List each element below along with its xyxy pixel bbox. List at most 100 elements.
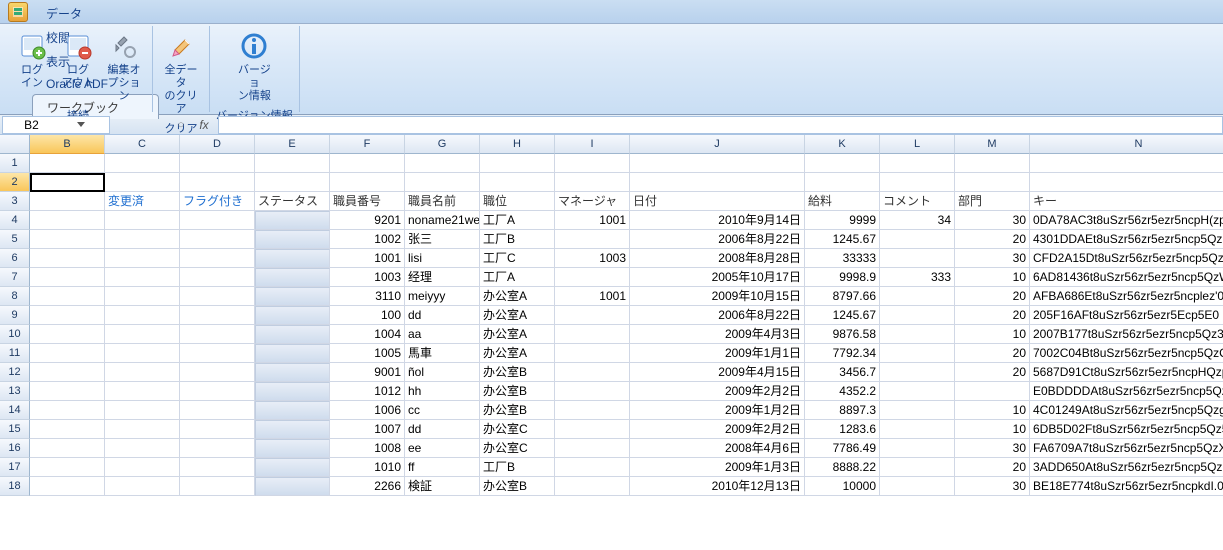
cell[interactable]: 1001 [555,211,630,230]
cell[interactable]: 1003 [330,268,405,287]
cell[interactable] [880,382,955,401]
cell[interactable] [255,249,330,268]
cell[interactable] [105,230,180,249]
cell[interactable] [255,420,330,439]
cell[interactable]: 工厂B [480,458,555,477]
cell[interactable]: meiyyy [405,287,480,306]
cell[interactable] [555,363,630,382]
cell[interactable]: 2005年10月17日 [630,268,805,287]
cell[interactable] [480,154,555,173]
cell[interactable]: ñol [405,363,480,382]
cell[interactable]: 2006年8月22日 [630,306,805,325]
cell[interactable] [30,249,105,268]
cell[interactable]: 変更済 [105,192,180,211]
cell[interactable] [105,325,180,344]
cell[interactable] [30,477,105,496]
cell[interactable] [180,401,255,420]
cell[interactable]: hh [405,382,480,401]
cell[interactable]: 検証 [405,477,480,496]
cell[interactable]: 办公室B [480,401,555,420]
cell[interactable] [105,439,180,458]
cell[interactable]: 工厂A [480,268,555,287]
cell[interactable]: ee [405,439,480,458]
row-header[interactable]: 2 [0,173,30,192]
cell[interactable] [105,420,180,439]
cell[interactable]: 10 [955,325,1030,344]
cell[interactable]: 2007B177t8uSzr56zr5ezr5ncp5Qz30 [1030,325,1223,344]
cell[interactable]: 办公室A [480,306,555,325]
cell[interactable] [555,325,630,344]
cell[interactable] [30,325,105,344]
cell[interactable]: 4301DDAEt8uSzr56zr5ezr5ncp5Qz.0 [1030,230,1223,249]
cell[interactable] [30,192,105,211]
cell[interactable] [30,363,105,382]
cell[interactable]: 日付 [630,192,805,211]
cell[interactable] [180,344,255,363]
row-header[interactable]: 1 [0,154,30,173]
row-header[interactable]: 16 [0,439,30,458]
cell[interactable]: 1008 [330,439,405,458]
cell[interactable] [805,173,880,192]
cell[interactable] [255,477,330,496]
cell[interactable]: 2010年12月13日 [630,477,805,496]
cell[interactable] [180,173,255,192]
cell[interactable]: 10000 [805,477,880,496]
col-header[interactable]: I [555,135,630,154]
cell[interactable]: 1004 [330,325,405,344]
cell[interactable]: lisi [405,249,480,268]
cell[interactable] [880,154,955,173]
cell[interactable]: 20 [955,344,1030,363]
cell[interactable]: 2008年8月28日 [630,249,805,268]
cell[interactable] [555,154,630,173]
cell[interactable]: 7786.49 [805,439,880,458]
cell[interactable] [180,382,255,401]
cell[interactable] [180,287,255,306]
cell[interactable] [30,382,105,401]
cell[interactable] [30,458,105,477]
cell[interactable]: 2010年9月14日 [630,211,805,230]
cell[interactable] [30,287,105,306]
cell[interactable]: 1001 [555,287,630,306]
cell[interactable]: 職員番号 [330,192,405,211]
cell[interactable] [180,306,255,325]
cell[interactable] [405,154,480,173]
cell[interactable] [105,477,180,496]
cell[interactable] [880,420,955,439]
col-header[interactable]: K [805,135,880,154]
row-header[interactable]: 8 [0,287,30,306]
cell[interactable] [255,382,330,401]
col-header[interactable]: M [955,135,1030,154]
cell[interactable]: 10 [955,420,1030,439]
ribbon-button-login[interactable]: ログイン [10,28,54,105]
cell[interactable]: 6AD81436t8uSzr56zr5ezr5ncp5QzW0 [1030,268,1223,287]
cell[interactable] [105,154,180,173]
cell[interactable] [880,477,955,496]
ribbon-button-logout[interactable]: ログアウト [56,28,100,105]
cell[interactable] [555,401,630,420]
name-box[interactable]: B2 [2,116,110,134]
cell[interactable] [555,344,630,363]
cell[interactable] [30,268,105,287]
cell[interactable]: 0DA78AC3t8uSzr56zr5ezr5ncpH(zp0 [1030,211,1223,230]
cell[interactable] [255,154,330,173]
row-header[interactable]: 10 [0,325,30,344]
cell[interactable]: 办公室C [480,439,555,458]
cell[interactable]: 1283.6 [805,420,880,439]
cell[interactable]: 205F16AFt8uSzr56zr5ezr5Ecp5E0 [1030,306,1223,325]
cell[interactable] [180,458,255,477]
cell[interactable] [105,211,180,230]
cell[interactable]: 100 [330,306,405,325]
cell[interactable]: noname21werqqq [405,211,480,230]
cell[interactable]: 经理 [405,268,480,287]
cell[interactable] [480,173,555,192]
cell[interactable]: 部門 [955,192,1030,211]
cell[interactable] [555,230,630,249]
cell[interactable]: 9876.58 [805,325,880,344]
row-header[interactable]: 4 [0,211,30,230]
cell[interactable]: 20 [955,306,1030,325]
row-header[interactable]: 17 [0,458,30,477]
cell[interactable] [30,439,105,458]
cell[interactable]: 8797.66 [805,287,880,306]
col-header[interactable]: C [105,135,180,154]
cell[interactable]: 給料 [805,192,880,211]
